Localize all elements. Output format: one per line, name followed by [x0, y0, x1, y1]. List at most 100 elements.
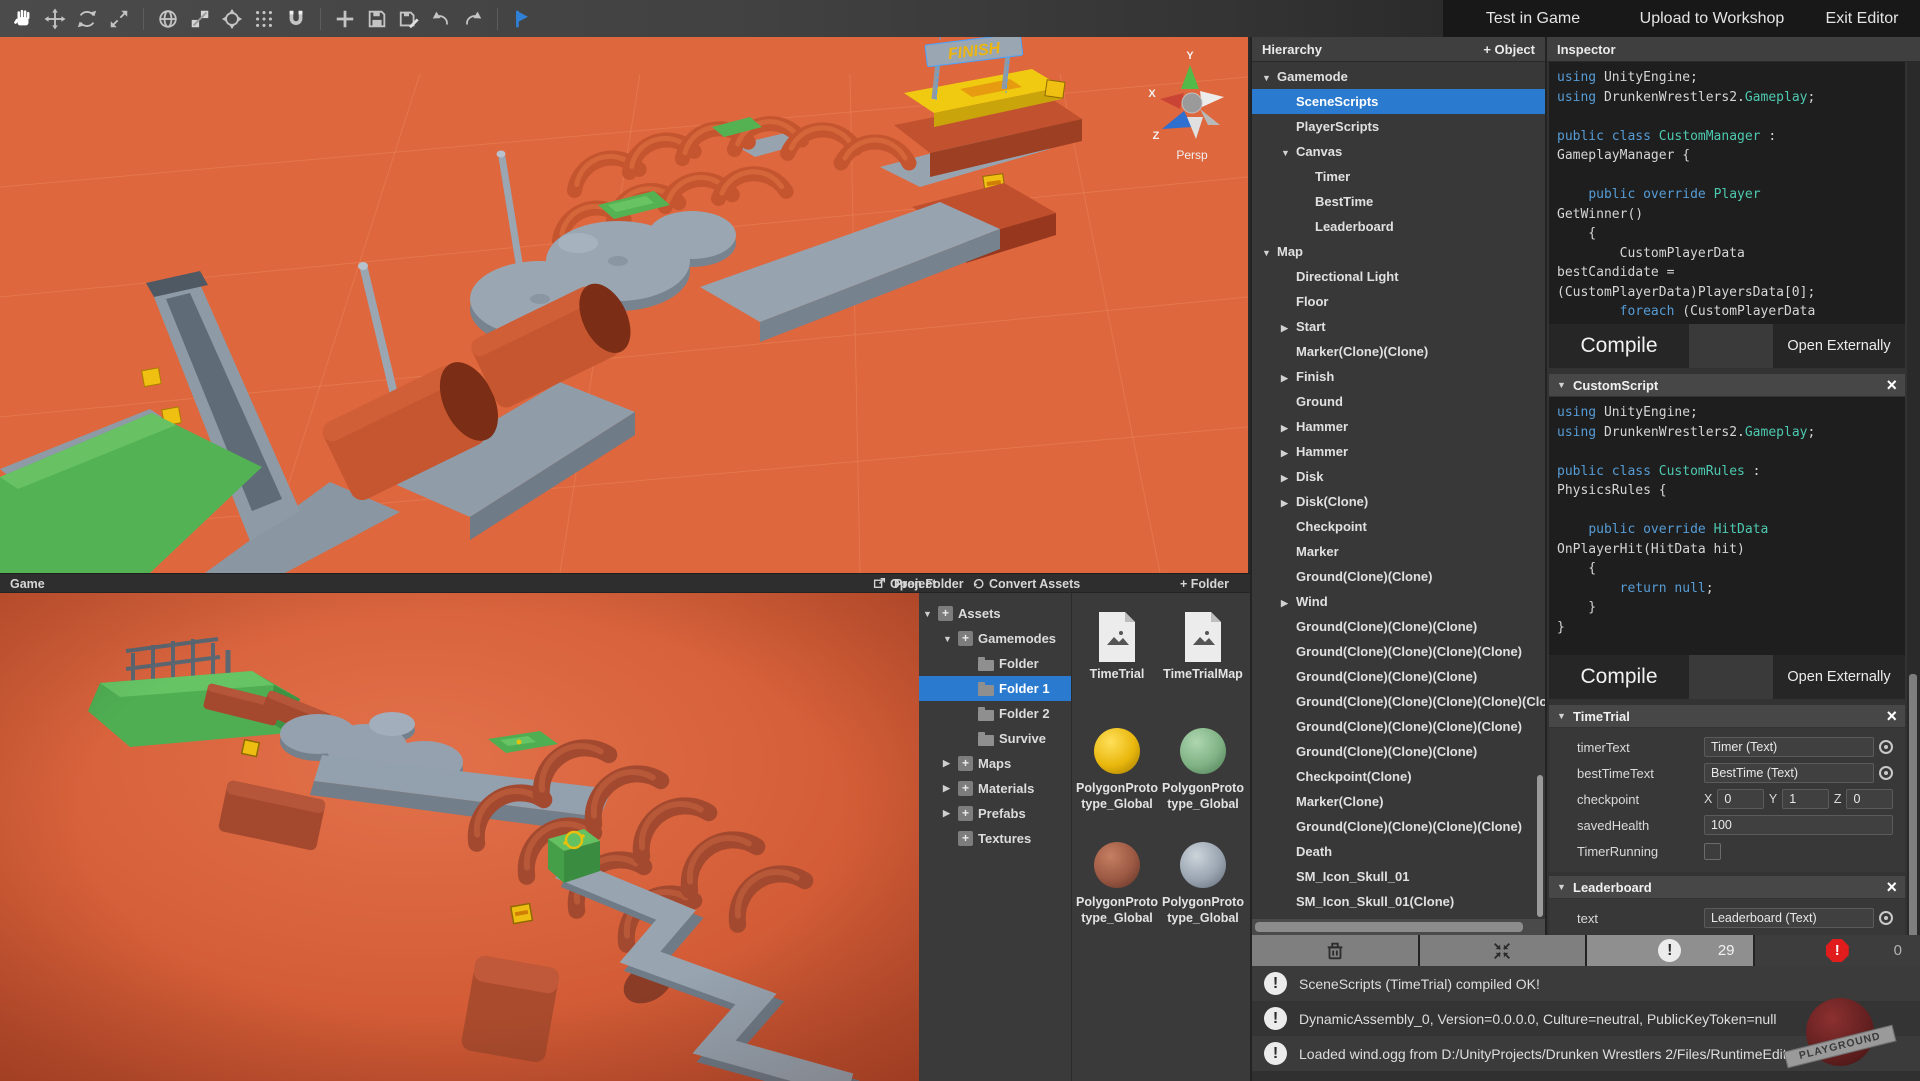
hierarchy-item[interactable]: PlayerScripts: [1252, 114, 1545, 139]
compile-button-2[interactable]: Compile: [1549, 655, 1689, 699]
globe-tool-icon[interactable]: [155, 6, 181, 32]
hierarchy-item[interactable]: Leaderboard: [1252, 214, 1545, 239]
section-expand-arrow-icon[interactable]: ▼: [1557, 711, 1573, 721]
hierarchy-item[interactable]: Timer: [1252, 164, 1545, 189]
vector-component-field[interactable]: 1: [1782, 789, 1829, 809]
inspector-scrollbar-thumb[interactable]: [1909, 674, 1917, 935]
hierarchy-item[interactable]: Ground(Clone)(Clone)(Clone)(Clone): [1252, 814, 1545, 839]
scale-tool-icon[interactable]: [106, 6, 132, 32]
hierarchy-item[interactable]: ▶Start: [1252, 314, 1545, 339]
magnet-tool-icon[interactable]: [283, 6, 309, 32]
hierarchy-item[interactable]: ▶Hammer: [1252, 414, 1545, 439]
asset-item[interactable]: PolygonPrototype_Global: [1076, 721, 1158, 831]
close-leaderboard-icon[interactable]: ×: [1886, 878, 1897, 896]
snap-tool-icon[interactable]: [187, 6, 213, 32]
hierarchy-item[interactable]: SM_Icon_Skull_01: [1252, 864, 1545, 889]
error-filter-button[interactable]: ! 0: [1755, 935, 1920, 966]
close-time-trial-icon[interactable]: ×: [1886, 707, 1897, 725]
expand-arrow-icon[interactable]: ▶: [1281, 416, 1296, 439]
hierarchy-item[interactable]: Directional Light: [1252, 264, 1545, 289]
undo-tool-icon[interactable]: [428, 6, 454, 32]
hierarchy-item[interactable]: Marker(Clone): [1252, 789, 1545, 814]
exit-editor-button[interactable]: Exit Editor: [1812, 0, 1912, 37]
project-tree-item[interactable]: +Textures: [919, 826, 1071, 851]
hierarchy-item[interactable]: Ground(Clone)(Clone)(Clone): [1252, 614, 1545, 639]
project-tree-item[interactable]: ▶+Maps: [919, 751, 1071, 776]
vector-component-field[interactable]: 0: [1717, 789, 1764, 809]
text-field[interactable]: 100: [1704, 815, 1893, 835]
hierarchy-item[interactable]: SceneScripts: [1252, 89, 1545, 114]
object-reference-field[interactable]: Leaderboard (Text): [1704, 908, 1874, 928]
expand-arrow-icon[interactable]: ▶: [1281, 441, 1296, 464]
console-message[interactable]: !SceneScripts (TimeTrial) compiled OK!: [1252, 966, 1920, 1001]
object-reference-field[interactable]: Timer (Text): [1704, 737, 1874, 757]
expand-arrow-icon[interactable]: ▶: [943, 808, 958, 819]
project-tree-item[interactable]: Folder 2: [919, 701, 1071, 726]
hierarchy-item[interactable]: SM_Icon_Skull_01(Clone): [1252, 889, 1545, 914]
hierarchy-item[interactable]: BestTime: [1252, 189, 1545, 214]
grid-tool-icon[interactable]: [251, 6, 277, 32]
hierarchy-item[interactable]: ▶Wind: [1252, 589, 1545, 614]
game-preview-panel[interactable]: [0, 593, 919, 1081]
object-picker-icon[interactable]: [1879, 766, 1893, 780]
project-tree-item[interactable]: ▶+Materials: [919, 776, 1071, 801]
expand-arrow-icon[interactable]: ▶: [1281, 316, 1296, 339]
hierarchy-item[interactable]: Ground(Clone)(Clone)(Clone): [1252, 739, 1545, 764]
console-message[interactable]: !DynamicAssembly_0, Version=0.0.0.0, Cul…: [1252, 1001, 1920, 1036]
console-message[interactable]: !Loaded wind.ogg from D:/UnityProjects/D…: [1252, 1036, 1920, 1071]
expand-arrow-icon[interactable]: ▶: [943, 758, 958, 769]
expand-arrow-icon[interactable]: ▶: [1281, 366, 1296, 389]
compile-button-1[interactable]: Compile: [1549, 324, 1689, 368]
expand-arrow-icon[interactable]: ▼: [1262, 66, 1277, 89]
save-tool-icon[interactable]: [364, 6, 390, 32]
hierarchy-horizontal-scrollbar[interactable]: [1252, 919, 1545, 935]
upload-to-workshop-button[interactable]: Upload to Workshop: [1622, 0, 1802, 37]
hierarchy-item[interactable]: Ground(Clone)(Clone)(Clone)(Clone): [1252, 639, 1545, 664]
save-as-tool-icon[interactable]: [396, 6, 422, 32]
section-expand-arrow-icon[interactable]: ▼: [1557, 882, 1573, 892]
test-in-game-button[interactable]: Test in Game: [1468, 0, 1598, 37]
hierarchy-item[interactable]: Ground(Clone)(Clone)(Clone)(Clone): [1252, 714, 1545, 739]
object-picker-icon[interactable]: [1879, 740, 1893, 754]
collapse-console-button[interactable]: [1420, 935, 1586, 966]
expand-arrow-icon[interactable]: ▼: [1262, 241, 1277, 264]
expand-arrow-icon[interactable]: ▶: [1281, 466, 1296, 489]
hierarchy-vertical-scrollbar[interactable]: [1537, 775, 1543, 917]
move-tool-icon[interactable]: [42, 6, 68, 32]
project-tree-item[interactable]: Folder: [919, 651, 1071, 676]
hierarchy-item[interactable]: Death: [1252, 839, 1545, 864]
convert-assets-button[interactable]: Convert Assets: [972, 574, 1080, 593]
expand-arrow-icon[interactable]: ▶: [1281, 491, 1296, 514]
add-folder-button[interactable]: + Folder: [1180, 574, 1229, 593]
hierarchy-item[interactable]: Marker(Clone)(Clone): [1252, 339, 1545, 364]
object-picker-icon[interactable]: [1879, 911, 1893, 925]
scene-viewport[interactable]: FINISH: [0, 37, 1248, 573]
info-filter-button[interactable]: ! 29: [1587, 935, 1753, 966]
hierarchy-item[interactable]: Checkpoint: [1252, 514, 1545, 539]
rotate-tool-icon[interactable]: [74, 6, 100, 32]
project-tree-item[interactable]: ▼+Gamemodes: [919, 626, 1071, 651]
hierarchy-item[interactable]: Floor: [1252, 289, 1545, 314]
redo-tool-icon[interactable]: [460, 6, 486, 32]
hierarchy-item[interactable]: ▶Hammer: [1252, 439, 1545, 464]
hand-tool-icon[interactable]: [10, 6, 36, 32]
open-externally-button-1[interactable]: Open Externally: [1773, 324, 1905, 368]
orbit-tool-icon[interactable]: [219, 6, 245, 32]
hierarchy-item[interactable]: Ground(Clone)(Clone)(Clone): [1252, 664, 1545, 689]
hierarchy-item[interactable]: ▶Disk: [1252, 464, 1545, 489]
custom-script-editor[interactable]: using UnityEngine;using DrunkenWrestlers…: [1549, 397, 1905, 655]
persp-label[interactable]: Persp: [1176, 148, 1208, 162]
expand-arrow-icon[interactable]: ▶: [943, 783, 958, 794]
project-tree-item[interactable]: ▼+Assets: [919, 601, 1071, 626]
add-object-button[interactable]: + Object: [1483, 42, 1535, 57]
hierarchy-item[interactable]: Ground: [1252, 389, 1545, 414]
leaderboard-header[interactable]: ▼ Leaderboard ×: [1549, 876, 1905, 898]
inspector-scrollbar-track[interactable]: [1907, 62, 1920, 935]
expand-arrow-icon[interactable]: ▼: [943, 634, 958, 644]
open-externally-button-2[interactable]: Open Externally: [1773, 655, 1905, 699]
close-custom-script-icon[interactable]: ×: [1886, 376, 1897, 394]
checkbox[interactable]: [1704, 843, 1721, 860]
hierarchy-item[interactable]: Marker: [1252, 539, 1545, 564]
asset-item[interactable]: PolygonPrototype_Global: [1076, 835, 1158, 945]
play-button[interactable]: [509, 6, 535, 32]
